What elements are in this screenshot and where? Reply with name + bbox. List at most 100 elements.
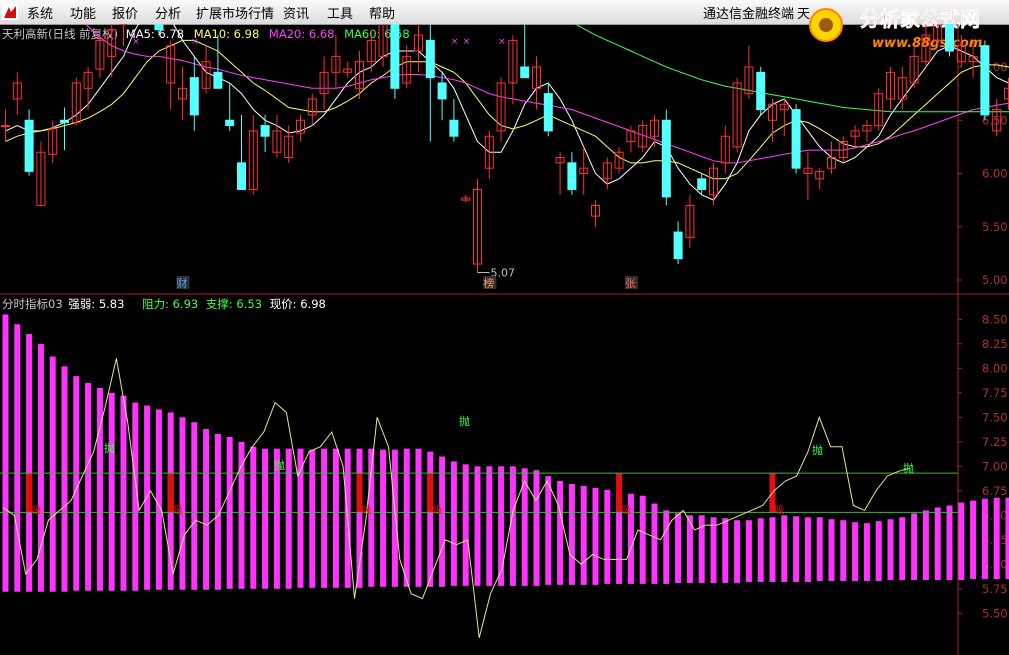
- strength-bar: [203, 429, 210, 590]
- strength-bar: [899, 517, 906, 580]
- indicator-axis-label: 8.00: [982, 361, 1008, 375]
- strength-bar: [155, 409, 162, 590]
- chart-area[interactable]: 9.008.508.007.507.006.506.005.505.008.60…: [0, 24, 1009, 655]
- candle-body-down: [225, 119, 235, 127]
- ma-line-ma5: [5, 24, 1009, 201]
- indicator-axis-label: 7.50: [982, 410, 1008, 424]
- ma-line-ma60: [573, 24, 1009, 113]
- menu-extended-market[interactable]: 扩展市场行情: [196, 3, 274, 22]
- sell-mark: 抛: [104, 441, 115, 455]
- candle-body-down: [189, 77, 199, 116]
- strength-bar: [380, 449, 387, 587]
- candle-body-down: [567, 162, 577, 190]
- strength-bar: [391, 449, 398, 587]
- strength-bar: [745, 520, 752, 582]
- sell-mark: 抛: [903, 461, 914, 475]
- strength-bar: [922, 510, 929, 580]
- strength-bar: [663, 510, 670, 584]
- strength-bar: [604, 489, 611, 584]
- buy-mark: 吸: [173, 505, 183, 516]
- candle-body-down: [60, 119, 69, 123]
- strength-bar: [73, 376, 80, 591]
- candle-body-down: [213, 71, 223, 89]
- strength-bar: [769, 517, 776, 582]
- candle-body-down: [756, 71, 766, 111]
- strength-bar: [781, 515, 788, 582]
- strength-bar: [144, 405, 151, 590]
- strength-bar: [757, 518, 764, 582]
- menu-function[interactable]: 功能: [70, 3, 96, 22]
- price-axis-label: 6.00: [982, 167, 1008, 181]
- menu-system[interactable]: 系统: [27, 3, 53, 22]
- strength-bar: [568, 483, 575, 585]
- strength-bar: [804, 517, 811, 582]
- strength-bar: [852, 522, 859, 581]
- candle-body-down: [437, 82, 447, 100]
- candle-body-down: [543, 93, 553, 132]
- event-marker: 榜: [483, 276, 494, 290]
- strength-bar: [580, 485, 587, 585]
- candle-body-down: [237, 162, 246, 190]
- strength-bar: [262, 448, 269, 589]
- indicator-axis-label: 5.50: [982, 606, 1008, 620]
- menu-help[interactable]: 帮助: [369, 3, 395, 22]
- strength-bar: [332, 448, 339, 588]
- indicator-axis-label: 8.50: [982, 312, 1008, 326]
- top-x-marker: ×: [132, 37, 140, 47]
- strength-bar: [2, 314, 9, 592]
- candle-body-down: [673, 231, 683, 260]
- strength-bar: [108, 392, 115, 591]
- menu-quote[interactable]: 报价: [112, 3, 138, 22]
- strength-bar: [816, 517, 823, 581]
- strength-bar: [49, 356, 56, 592]
- strength-bar: [238, 441, 245, 589]
- menu-tools[interactable]: 工具: [327, 3, 353, 22]
- menu-news[interactable]: 资讯: [283, 3, 309, 22]
- strength-bar: [545, 476, 552, 585]
- candle-body-down: [945, 24, 954, 52]
- strength-bar: [427, 451, 434, 587]
- strength-bar: [486, 466, 493, 586]
- top-x-marker: ×: [191, 37, 199, 47]
- strength-bar: [828, 519, 835, 581]
- strength-bar: [250, 446, 257, 589]
- strength-bar: [710, 517, 717, 583]
- buy-mark: 吸: [775, 505, 785, 516]
- strength-bar: [14, 324, 21, 592]
- indicator-axis-label: 7.75: [982, 386, 1008, 400]
- strength-bar: [557, 481, 564, 585]
- indicator-axis-label: 6.75: [982, 484, 1008, 498]
- candle-body-down: [260, 125, 270, 137]
- top-x-marker: ×: [498, 37, 506, 47]
- strength-bar: [309, 449, 316, 588]
- strength-bar: [321, 448, 328, 588]
- event-marker: 张: [625, 277, 636, 290]
- strength-bar: [285, 448, 292, 589]
- strength-bar: [120, 395, 127, 591]
- strength-bar: [474, 466, 481, 586]
- candle-body-up: [1, 125, 10, 128]
- strength-bar: [981, 498, 988, 579]
- strength-bar: [403, 448, 410, 587]
- strength-bar: [439, 456, 446, 587]
- strength-bar: [639, 495, 646, 584]
- strength-bar: [946, 505, 953, 580]
- indicator-axis-label: 7.00: [982, 459, 1008, 473]
- strength-bar: [498, 466, 505, 586]
- strength-bar: [592, 487, 599, 585]
- menu-analysis[interactable]: 分析: [155, 3, 181, 22]
- candle-body-down: [697, 178, 707, 190]
- strength-bar: [415, 448, 422, 587]
- strength-bar: [462, 464, 469, 586]
- price-axis-label: 5.50: [982, 220, 1008, 234]
- candle-body-down: [980, 45, 990, 116]
- top-x-marker: ×: [463, 37, 471, 47]
- strength-bar: [191, 422, 198, 590]
- strength-bar: [509, 466, 516, 586]
- event-marker: 财: [177, 276, 188, 290]
- candle-body-down: [449, 119, 459, 137]
- ma-line-ma10: [5, 39, 1009, 180]
- top-x-marker: ×: [451, 37, 459, 47]
- candle-body-down: [24, 119, 34, 172]
- strength-bar: [875, 521, 882, 581]
